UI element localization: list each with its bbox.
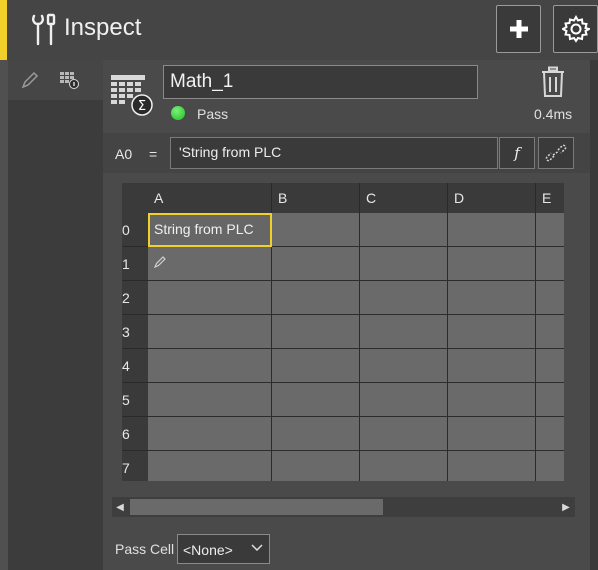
cell-e6[interactable] bbox=[536, 417, 564, 451]
row-header-7[interactable]: 7 bbox=[122, 451, 148, 481]
cell-a1[interactable] bbox=[148, 247, 272, 281]
cell-b5[interactable] bbox=[272, 383, 360, 417]
add-tool-button[interactable] bbox=[496, 5, 541, 53]
cell-b6[interactable] bbox=[272, 417, 360, 451]
cell-reference: A0 bbox=[115, 146, 133, 162]
spreadsheet-grid: A B C D E 0 1 2 3 4 5 6 7 String from PL… bbox=[122, 183, 564, 481]
pencil-icon[interactable] bbox=[20, 70, 40, 90]
settings-button[interactable] bbox=[553, 5, 598, 53]
row-header-2[interactable]: 2 bbox=[122, 281, 148, 315]
cell-e5[interactable] bbox=[536, 383, 564, 417]
header-accent-bar bbox=[0, 0, 7, 60]
tool-status: Pass bbox=[197, 106, 229, 122]
row-header-6[interactable]: 6 bbox=[122, 417, 148, 451]
cell-a6[interactable] bbox=[148, 417, 272, 451]
cell-d5[interactable] bbox=[448, 383, 536, 417]
row-header-0-label: 0 bbox=[122, 221, 130, 238]
column-header-d[interactable]: D bbox=[448, 183, 536, 213]
row-header-4[interactable]: 4 bbox=[122, 349, 148, 383]
unlink-icon bbox=[545, 144, 567, 162]
cell-b7[interactable] bbox=[272, 451, 360, 481]
scroll-right-arrow-icon[interactable]: ▶ bbox=[557, 497, 575, 517]
cell-a5[interactable] bbox=[148, 383, 272, 417]
pass-cell-label: Pass Cell bbox=[115, 541, 175, 557]
cell-c7[interactable] bbox=[360, 451, 448, 481]
function-icon: f bbox=[514, 144, 520, 162]
row-header-6-label: 6 bbox=[122, 425, 130, 442]
cell-a4[interactable] bbox=[148, 349, 272, 383]
pass-status-icon bbox=[171, 106, 185, 120]
cell-a2[interactable] bbox=[148, 281, 272, 315]
gear-icon bbox=[561, 15, 590, 43]
row-header-5-label: 5 bbox=[122, 391, 130, 408]
spreadsheet-info-icon[interactable] bbox=[58, 70, 80, 90]
cell-e3[interactable] bbox=[536, 315, 564, 349]
cell-edit-pencil-icon bbox=[153, 256, 166, 269]
cell-c2[interactable] bbox=[360, 281, 448, 315]
svg-text:Σ: Σ bbox=[138, 99, 146, 114]
left-edge bbox=[0, 60, 8, 570]
tools-icon bbox=[32, 13, 56, 46]
column-header-c[interactable]: C bbox=[360, 183, 448, 213]
cell-b0[interactable] bbox=[272, 213, 360, 247]
grid-corner bbox=[122, 183, 148, 213]
cell-d7[interactable] bbox=[448, 451, 536, 481]
tool-name-field[interactable]: Math_1 bbox=[163, 65, 478, 99]
cell-a7[interactable] bbox=[148, 451, 272, 481]
cell-e2[interactable] bbox=[536, 281, 564, 315]
row-header-0[interactable]: 0 bbox=[122, 213, 148, 247]
cell-d2[interactable] bbox=[448, 281, 536, 315]
cell-c5[interactable] bbox=[360, 383, 448, 417]
plus-icon bbox=[509, 20, 528, 38]
cell-c4[interactable] bbox=[360, 349, 448, 383]
cell-b2[interactable] bbox=[272, 281, 360, 315]
formula-input[interactable]: 'String from PLC bbox=[170, 137, 498, 169]
tool-list-panel bbox=[8, 60, 103, 570]
cell-c0[interactable] bbox=[360, 213, 448, 247]
spreadsheet-sum-icon: Σ bbox=[111, 75, 153, 116]
cell-b1[interactable] bbox=[272, 247, 360, 281]
cell-e0[interactable] bbox=[536, 213, 564, 247]
cell-a3[interactable] bbox=[148, 315, 272, 349]
execution-time: 0.4ms bbox=[534, 106, 573, 122]
cell-d3[interactable] bbox=[448, 315, 536, 349]
unlink-button[interactable] bbox=[538, 137, 574, 169]
cell-d4[interactable] bbox=[448, 349, 536, 383]
cell-e4[interactable] bbox=[536, 349, 564, 383]
row-header-3[interactable]: 3 bbox=[122, 315, 148, 349]
trash-icon[interactable] bbox=[540, 66, 566, 98]
row-header-1-label: 1 bbox=[122, 255, 130, 272]
scroll-left-arrow-icon[interactable]: ◀ bbox=[112, 497, 128, 517]
cell-b4[interactable] bbox=[272, 349, 360, 383]
pass-cell-value: <None> bbox=[183, 542, 233, 558]
row-header-1[interactable]: 1 bbox=[122, 247, 148, 281]
row-header-3-label: 3 bbox=[122, 323, 130, 340]
cell-d1[interactable] bbox=[448, 247, 536, 281]
horizontal-scrollbar-thumb[interactable] bbox=[130, 499, 383, 515]
row-header-2-label: 2 bbox=[122, 289, 130, 306]
column-header-e[interactable]: E bbox=[536, 183, 564, 213]
pass-cell-dropdown[interactable]: <None> bbox=[177, 534, 270, 564]
cell-d6[interactable] bbox=[448, 417, 536, 451]
row-header-4-label: 4 bbox=[122, 357, 130, 374]
row-header-7-label: 7 bbox=[122, 459, 130, 476]
row-header-5[interactable]: 5 bbox=[122, 383, 148, 417]
cell-e1[interactable] bbox=[536, 247, 564, 281]
cell-a0[interactable]: String from PLC bbox=[148, 213, 272, 247]
cell-b3[interactable] bbox=[272, 315, 360, 349]
page-title: Inspect bbox=[64, 14, 142, 41]
function-button[interactable]: f bbox=[499, 137, 535, 169]
right-edge bbox=[590, 60, 598, 570]
cell-d0[interactable] bbox=[448, 213, 536, 247]
chevron-down-icon bbox=[251, 544, 263, 552]
cell-c3[interactable] bbox=[360, 315, 448, 349]
cell-e7[interactable] bbox=[536, 451, 564, 481]
cell-c6[interactable] bbox=[360, 417, 448, 451]
cell-c1[interactable] bbox=[360, 247, 448, 281]
column-header-b[interactable]: B bbox=[272, 183, 360, 213]
equals-sign: = bbox=[149, 146, 158, 162]
column-header-a[interactable]: A bbox=[148, 183, 272, 213]
